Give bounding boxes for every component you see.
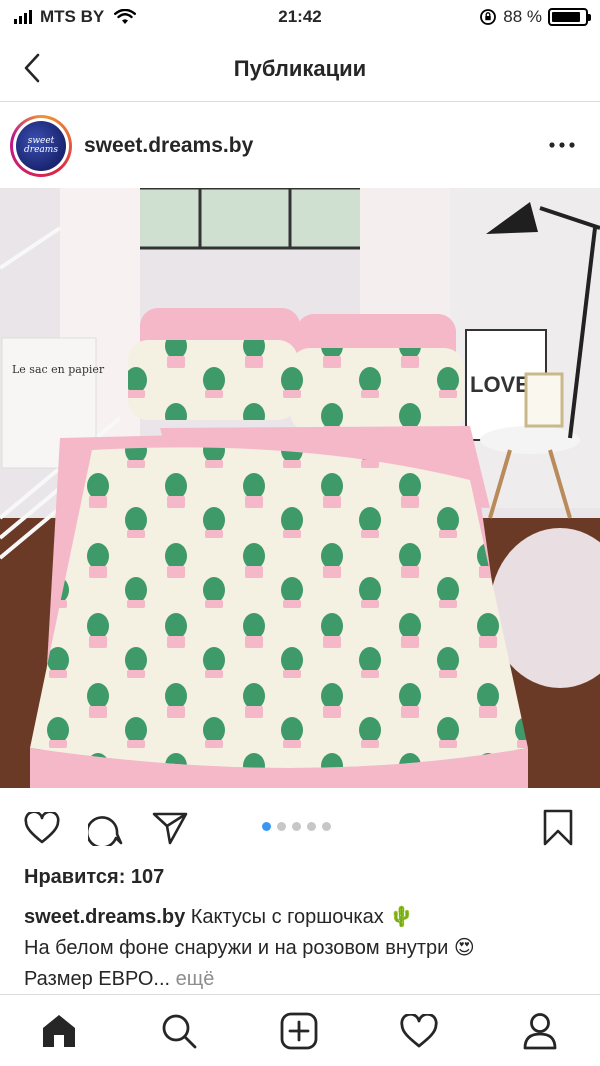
bag-label: Le sac en papier <box>12 363 105 376</box>
comment-button[interactable] <box>84 806 128 850</box>
more-options-button[interactable] <box>542 133 582 157</box>
post-header: sweet dreams sweet.dreams.by <box>0 103 600 188</box>
home-icon <box>43 1015 75 1047</box>
post-username[interactable]: sweet.dreams.by <box>84 134 253 158</box>
caption-line-1: Кактусы с горшочках 🌵 <box>190 906 415 928</box>
caption-line-3: Размер ЕВРО... <box>24 968 171 990</box>
status-bar: MTS BY 21:42 88 % <box>0 0 600 36</box>
status-right: 88 % <box>479 7 591 27</box>
post-caption: sweet.dreams.by Кактусы с горшочках 🌵 На… <box>24 902 584 995</box>
share-button[interactable] <box>148 806 192 850</box>
carousel-dot <box>292 822 301 831</box>
orientation-lock-icon <box>480 9 497 25</box>
comment-icon <box>88 816 123 846</box>
search-icon <box>162 1014 197 1049</box>
tab-bar <box>0 994 600 1066</box>
add-post-icon <box>280 1012 318 1050</box>
caption-line-2: На белом фоне снаружи и на розовом внутр… <box>24 937 475 959</box>
nav-header: Публикации <box>0 36 600 102</box>
avatar-text-2: dreams <box>24 145 58 155</box>
more-horizontal-icon <box>549 142 575 148</box>
avatar[interactable]: sweet dreams <box>10 115 72 177</box>
caption-more-link[interactable]: ещё <box>176 968 215 990</box>
send-icon <box>152 812 188 845</box>
tab-profile[interactable] <box>518 1009 562 1053</box>
bookmark-icon <box>543 809 573 846</box>
like-button[interactable] <box>20 806 64 850</box>
likes-count[interactable]: Нравится: 107 <box>24 866 164 889</box>
save-button[interactable] <box>536 806 580 850</box>
tab-activity[interactable] <box>397 1009 441 1053</box>
heart-icon <box>24 812 60 844</box>
tab-home[interactable] <box>37 1009 81 1053</box>
caption-username[interactable]: sweet.dreams.by <box>24 906 185 928</box>
bedding-photo: Le sac en papier LOVE <box>0 188 600 788</box>
carousel-dot <box>322 822 331 831</box>
action-bar <box>0 800 600 856</box>
post-photo[interactable]: Le sac en papier LOVE <box>0 188 600 788</box>
love-sign: LOVE <box>470 372 530 397</box>
carousel-dot <box>307 822 316 831</box>
battery-icon <box>548 8 591 26</box>
carousel-indicator <box>262 822 331 831</box>
tab-new-post[interactable] <box>277 1009 321 1053</box>
tab-search[interactable] <box>157 1009 201 1053</box>
battery-fill <box>552 12 581 22</box>
page-title: Публикации <box>233 56 367 81</box>
heart-icon <box>400 1014 438 1048</box>
carousel-dot <box>262 822 271 831</box>
carousel-dot <box>277 822 286 831</box>
battery-percent: 88 % <box>503 7 542 26</box>
profile-icon <box>523 1013 557 1050</box>
